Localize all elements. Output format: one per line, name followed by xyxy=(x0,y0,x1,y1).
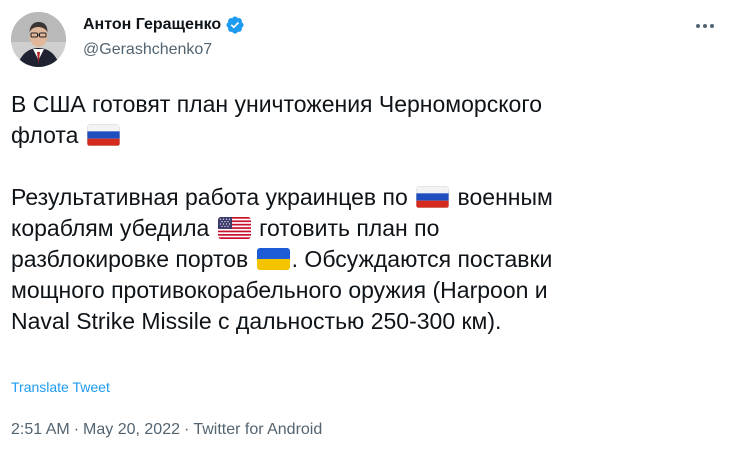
russia-flag-icon xyxy=(86,124,120,146)
verified-badge-icon xyxy=(225,15,245,35)
avatar[interactable] xyxy=(11,12,66,67)
author-handle[interactable]: @Gerashchenko7 xyxy=(83,41,212,59)
tweet-paragraph-1: В США готовят план уничтожения Черноморс… xyxy=(11,91,542,148)
author-name-row[interactable]: Антон Геращенко xyxy=(83,14,245,36)
tweet-date[interactable]: May 20, 2022 xyxy=(83,421,180,439)
more-dots-icon xyxy=(696,24,700,28)
tweet-text: В США готовят план уничтожения Черноморс… xyxy=(11,89,721,337)
russia-flag-icon xyxy=(416,186,450,208)
usa-flag-icon xyxy=(217,217,251,239)
tweet-card: Антон Геращенко @Gerashchenko7 В США гот… xyxy=(0,0,736,467)
tweet-meta: 2:51 AM · May 20, 2022 · Twitter for And… xyxy=(11,421,322,439)
tweet-time[interactable]: 2:51 AM xyxy=(11,421,70,439)
tweet-source[interactable]: Twitter for Android xyxy=(193,421,322,439)
ukraine-flag-icon xyxy=(256,248,290,270)
meta-separator: · xyxy=(73,421,80,438)
tweet-paragraph-2: Результативная работа украинцев по военн… xyxy=(11,184,553,334)
author-display-name[interactable]: Антон Геращенко xyxy=(83,16,221,34)
meta-separator: · xyxy=(183,421,190,438)
translate-tweet-link[interactable]: Translate Tweet xyxy=(11,379,110,395)
more-options-button[interactable] xyxy=(688,16,722,36)
